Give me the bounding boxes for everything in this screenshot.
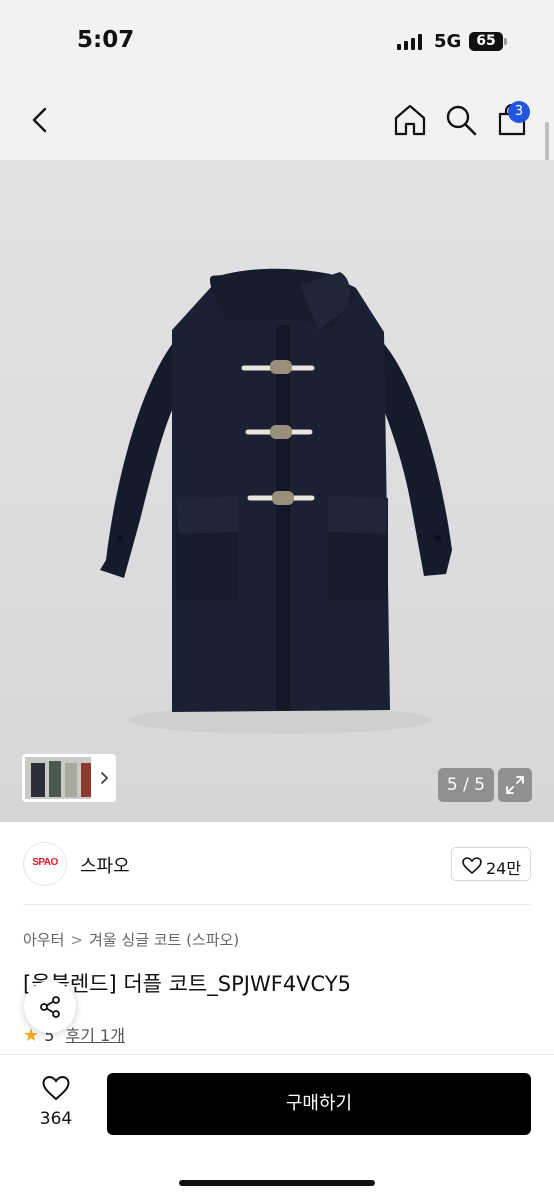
- heart-icon: [462, 857, 482, 875]
- battery-level: 65: [469, 32, 503, 51]
- home-icon[interactable]: [392, 102, 428, 138]
- product-image[interactable]: [0, 160, 554, 822]
- heart-icon: [42, 1075, 70, 1101]
- brand-like-button[interactable]: 24만: [451, 847, 531, 881]
- wishlist-count: 364: [39, 1109, 73, 1129]
- brand-like-count: 24만: [486, 859, 522, 878]
- share-icon: [40, 996, 60, 1018]
- thumbnail-strip[interactable]: [22, 754, 116, 802]
- nav-bar: [0, 80, 554, 160]
- status-bar: 5:07 5G 65: [0, 0, 554, 80]
- cart-badge: 3: [508, 101, 530, 123]
- breadcrumb-category[interactable]: 아우터: [23, 931, 64, 949]
- home-indicator[interactable]: [179, 1180, 375, 1186]
- thumbnail-image[interactable]: [25, 757, 91, 799]
- status-time: 5:07: [77, 27, 135, 53]
- brand-name[interactable]: 스파오: [80, 852, 130, 878]
- back-icon[interactable]: [24, 104, 56, 136]
- wishlist-button[interactable]: 364: [28, 1073, 84, 1133]
- image-page-counter: 5 / 5: [438, 768, 494, 802]
- signal-icon: [397, 34, 422, 50]
- divider: [23, 904, 531, 905]
- breadcrumb-subcategory[interactable]: 겨울 싱글 코트 (스파오): [89, 931, 239, 949]
- battery-icon: 65: [469, 32, 507, 51]
- expand-icon: [506, 776, 524, 794]
- breadcrumb: 아우터 > 겨울 싱글 코트 (스파오): [23, 929, 239, 950]
- brand-logo[interactable]: SPAO: [23, 842, 67, 886]
- share-button[interactable]: [24, 981, 76, 1033]
- expand-button[interactable]: [498, 768, 532, 802]
- review-link[interactable]: 후기 1개: [66, 1026, 125, 1045]
- brand-logo-text: SPAO: [32, 857, 58, 868]
- breadcrumb-separator: >: [70, 931, 83, 949]
- network-type: 5G: [434, 31, 462, 52]
- duffle-coat-image: [100, 268, 452, 734]
- buy-button[interactable]: 구매하기: [107, 1073, 531, 1135]
- chevron-right-icon[interactable]: [98, 768, 112, 788]
- search-icon[interactable]: [443, 102, 479, 138]
